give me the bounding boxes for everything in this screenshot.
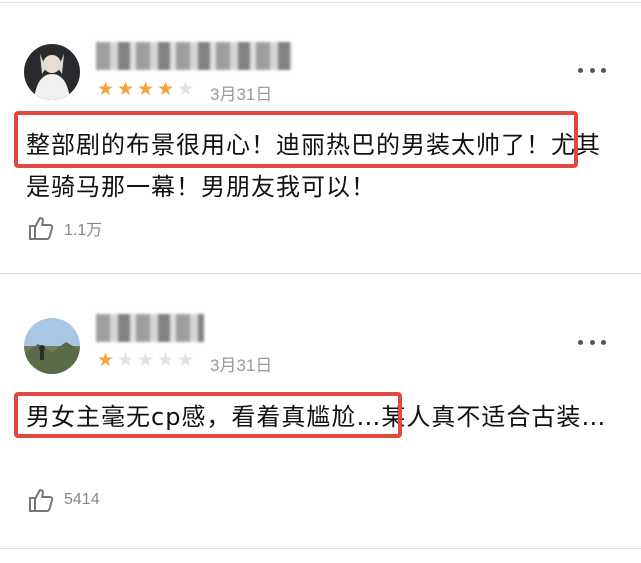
star-icon: ★ xyxy=(176,78,196,100)
star-icon: ★ xyxy=(96,349,116,371)
more-dots-icon[interactable] xyxy=(578,62,606,78)
review-date: 3月31日 xyxy=(210,356,273,375)
star-icon: ★ xyxy=(96,78,116,100)
like-button[interactable]: 5414 xyxy=(28,486,100,514)
more-dots-icon[interactable] xyxy=(578,334,606,350)
star-icon: ★ xyxy=(176,349,196,371)
star-icon: ★ xyxy=(136,78,156,100)
star-icon: ★ xyxy=(136,349,156,371)
star-icon: ★ xyxy=(156,78,176,100)
avatar[interactable] xyxy=(24,318,80,374)
username-blurred xyxy=(96,314,204,342)
star-icon: ★ xyxy=(156,349,176,371)
review-date: 3月31日 xyxy=(210,85,273,104)
username-blurred xyxy=(96,42,292,70)
review-text: 整部剧的布景很用心！迪丽热巴的男装太帅了！尤其是骑马那一幕！男朋友我可以！ xyxy=(26,131,601,201)
review-text: 男女主毫无cp感，看着真尴尬…某人真不适合古装… xyxy=(26,403,607,431)
rating-stars: ★ ★ ★ ★ ★ xyxy=(96,78,196,100)
rating-stars: ★ ★ ★ ★ ★ xyxy=(96,349,196,371)
thumbs-up-icon xyxy=(29,489,54,512)
avatar[interactable] xyxy=(24,44,80,100)
bottom-divider xyxy=(0,548,641,549)
like-button[interactable]: 1.1万 xyxy=(28,214,102,242)
review-divider xyxy=(0,273,641,274)
star-icon: ★ xyxy=(116,78,136,100)
like-count: 5414 xyxy=(64,491,100,508)
thumbs-up-icon xyxy=(29,217,54,240)
star-icon: ★ xyxy=(116,349,136,371)
top-divider xyxy=(0,2,641,3)
like-count: 1.1万 xyxy=(64,222,103,239)
